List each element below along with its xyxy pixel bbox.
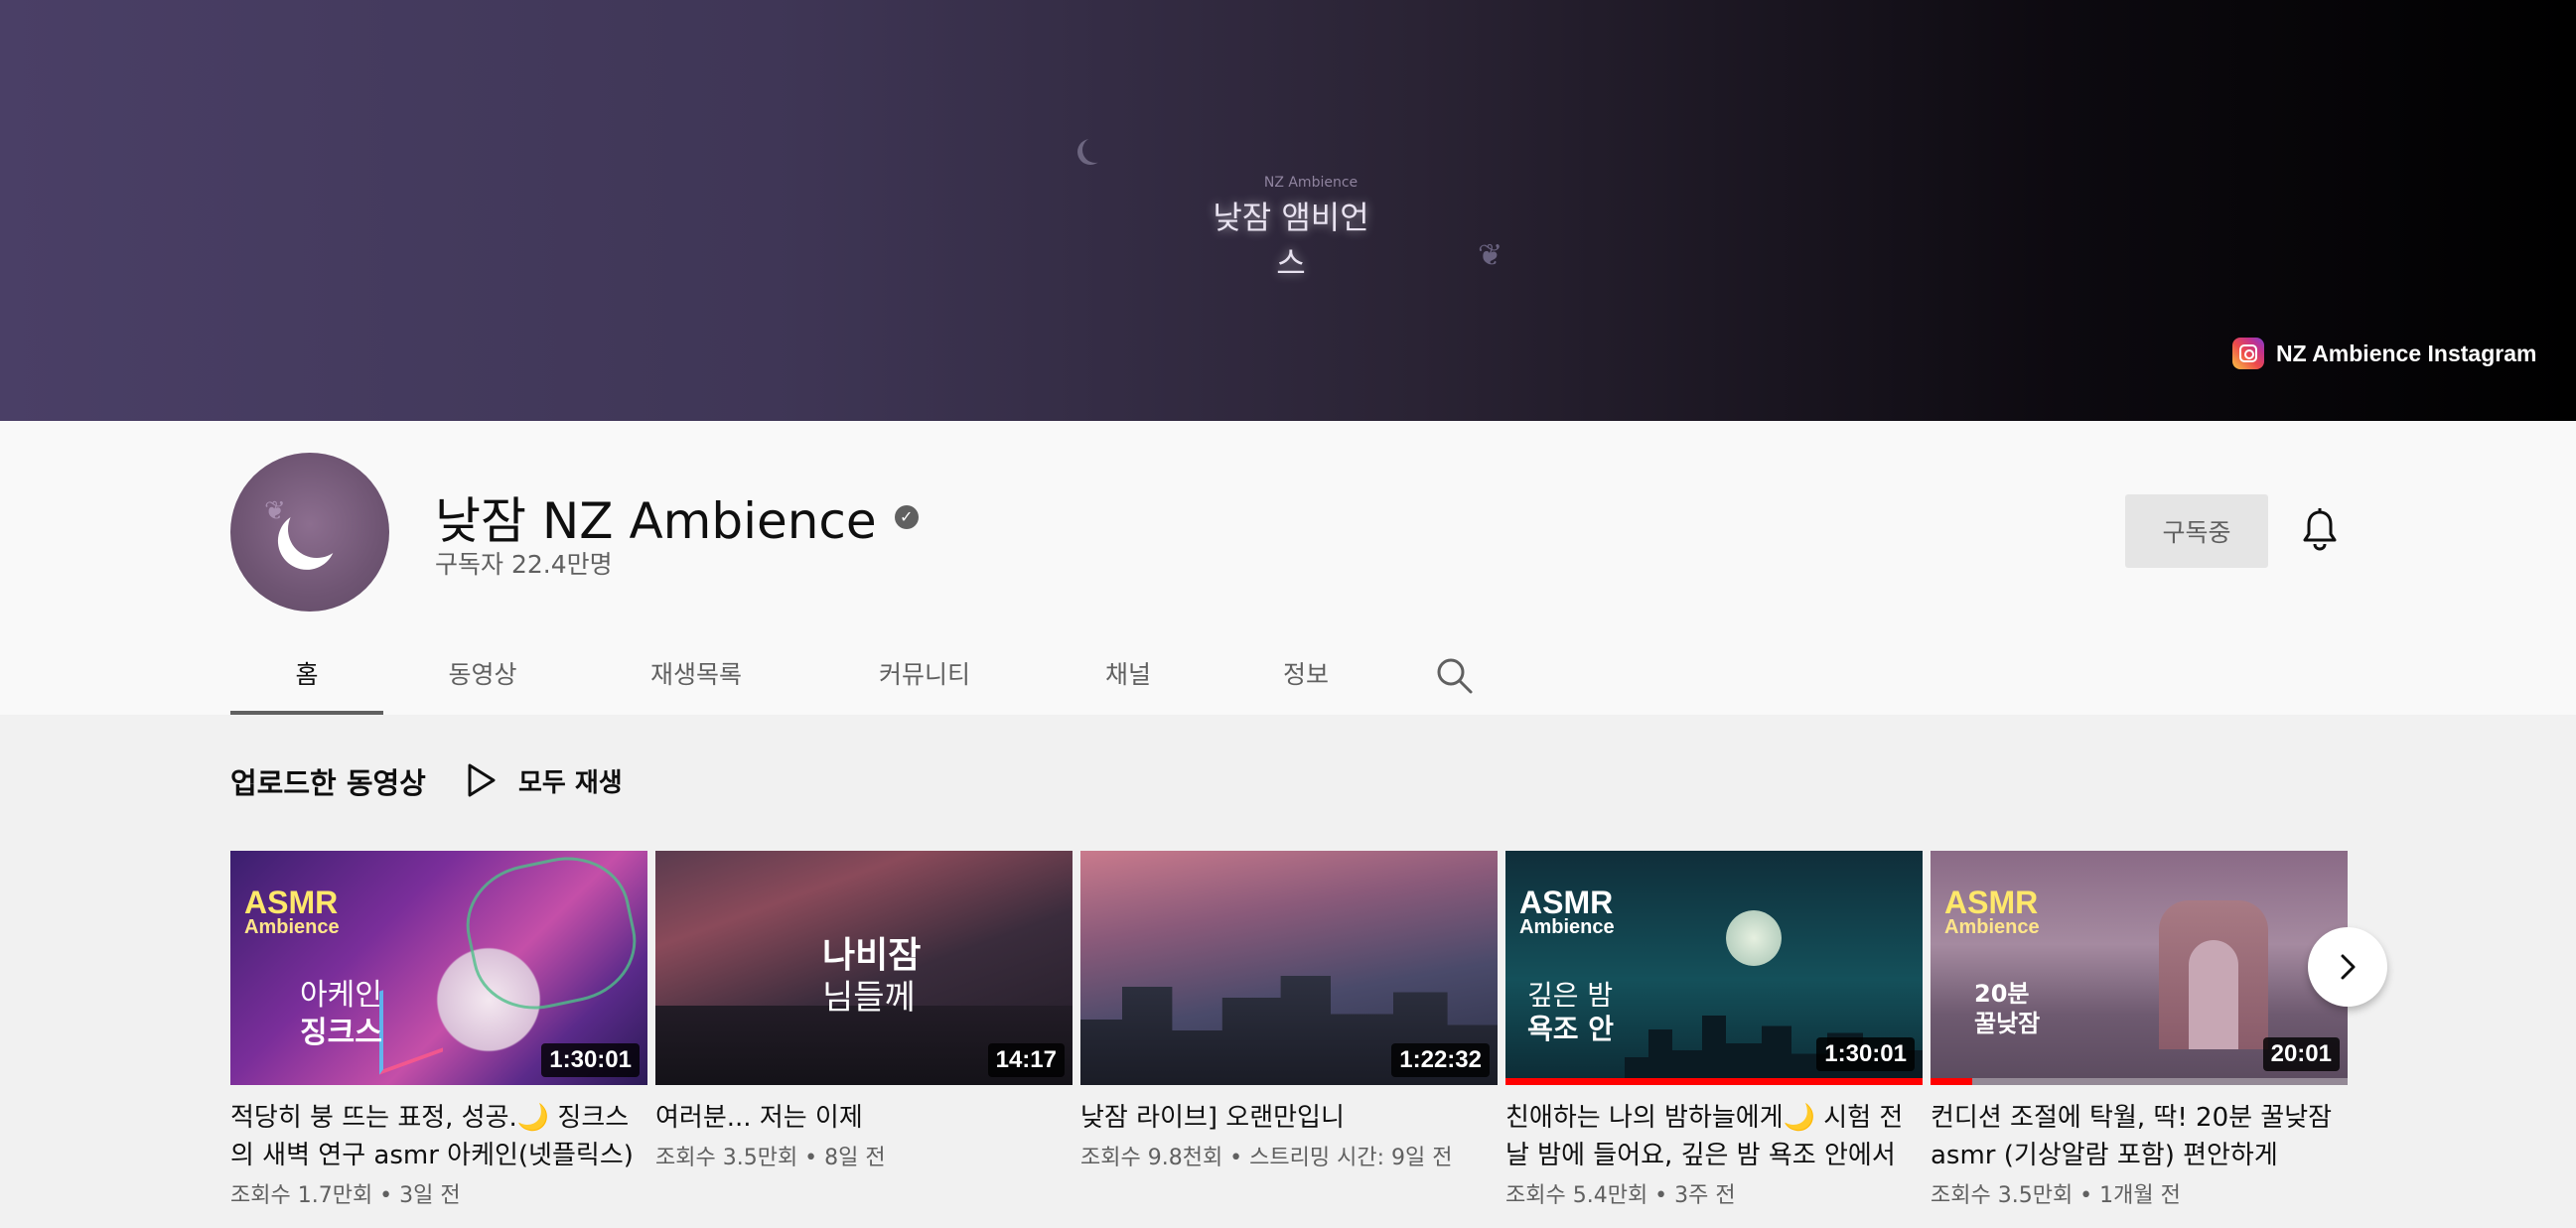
video-title[interactable]: 친애하는 나의 밤하늘에게🌙 시험 전날 밤에 들어요, 깊은 밤 욕조 안에서 <box>1505 1099 1923 1174</box>
tab-videos[interactable]: 동영상 <box>383 635 582 715</box>
video-meta: 조회수 3.5만회 • 8일 전 <box>655 1146 886 1170</box>
ambience-text: Ambience <box>1944 916 2040 938</box>
instagram-link[interactable]: NZ Ambience Instagram <box>2232 336 2536 371</box>
thumbnail-text-2: 징크스 <box>300 1016 382 1050</box>
instagram-icon <box>2232 338 2264 369</box>
chevron-right-icon <box>2341 954 2356 980</box>
video-shelf: ASMR Ambience 아케인 징크스 1:30:01 적당히 붕 뜨는 표… <box>230 851 2348 1228</box>
video-thumbnail[interactable]: ASMR Ambience 20분 꿀낮잠 20:01 <box>1931 851 2348 1085</box>
butterfly-icon: ❦ <box>264 496 286 526</box>
play-all-button[interactable]: 모두 재생 <box>467 758 623 802</box>
crescent-moon-icon <box>1082 137 1108 163</box>
tab-community[interactable]: 커뮤니티 <box>810 635 1039 715</box>
channel-search-icon[interactable] <box>1394 635 1513 715</box>
tab-about[interactable]: 정보 <box>1217 635 1394 715</box>
video-duration: 1:30:01 <box>1816 1037 1915 1071</box>
asmr-text: ASMR <box>1519 885 1614 920</box>
shelf-next-button[interactable] <box>2308 927 2387 1007</box>
video-title[interactable]: 여러분... 저는 이제 <box>655 1099 1073 1137</box>
video-title[interactable]: 낮잠 라이브] 오랜만입니 <box>1080 1099 1498 1137</box>
tab-home[interactable]: 홈 <box>230 635 383 715</box>
channel-tabs: 홈 동영상 재생목록 커뮤니티 채널 정보 <box>230 635 1513 715</box>
video-title[interactable]: 적당히 붕 뜨는 표정, 성공.🌙 징크스의 새벽 연구 asmr 아케인(넷플… <box>230 1099 647 1174</box>
watch-progress-bar <box>1931 1078 1972 1085</box>
thumbnail-asmr-label: ASMR Ambience <box>1944 885 2040 938</box>
watch-progress-bar <box>1505 1078 1923 1085</box>
video-meta: 조회수 1.7만회 • 3일 전 <box>230 1183 461 1208</box>
play-all-label: 모두 재생 <box>518 767 623 798</box>
thumbnail-text-2: 욕조 안 <box>1527 1013 1615 1045</box>
video-thumbnail[interactable]: ASMR Ambience 깊은 밤 욕조 안 1:30:01 <box>1505 851 1923 1085</box>
video-duration: 1:30:01 <box>541 1043 640 1077</box>
subscribed-button[interactable]: 구독중 <box>2125 494 2268 568</box>
ambience-text: Ambience <box>244 916 340 938</box>
watch-progress-track <box>1931 1078 2348 1085</box>
video-thumbnail[interactable]: 1:22:32 <box>1080 851 1498 1085</box>
video-card[interactable]: 나비잠 님들께 14:17 여러분... 저는 이제 조회수 3.5만회 • 8… <box>655 851 1073 1174</box>
butterfly-icon: ❦ <box>1478 238 1503 273</box>
channel-banner: NZ Ambience 낮잠 앰비언스 ❦ NZ Ambience Instag… <box>0 0 2576 421</box>
video-meta: 조회수 5.4만회 • 3주 전 <box>1505 1183 1736 1208</box>
tab-playlists[interactable]: 재생목록 <box>582 635 810 715</box>
video-thumbnail[interactable]: 나비잠 님들께 14:17 <box>655 851 1073 1085</box>
channel-avatar[interactable]: ❦ <box>230 453 389 612</box>
subscriber-count: 구독자 22.4만명 <box>435 550 613 579</box>
banner-small-text: NZ Ambience <box>1263 175 1359 191</box>
uploads-shelf-title: 업로드한 동영상 <box>230 766 426 800</box>
thumbnail-text-2: 님들께 <box>822 978 916 1018</box>
video-card[interactable]: ASMR Ambience 깊은 밤 욕조 안 1:30:01 친애하는 나의 … <box>1505 851 1923 1212</box>
video-duration: 1:22:32 <box>1391 1043 1490 1077</box>
asmr-text: ASMR <box>1944 885 2039 920</box>
ambience-text: Ambience <box>1519 916 1615 938</box>
asmr-text: ASMR <box>244 885 339 920</box>
video-meta: 조회수 3.5만회 • 1개월 전 <box>1931 1183 2181 1208</box>
video-thumbnail[interactable]: ASMR Ambience 아케인 징크스 1:30:01 <box>230 851 647 1085</box>
video-card[interactable]: ASMR Ambience 20분 꿀낮잠 20:01 컨디션 조절에 탁월, … <box>1931 851 2348 1212</box>
instagram-link-label: NZ Ambience Instagram <box>2276 340 2537 366</box>
video-card[interactable]: 1:22:32 낮잠 라이브] 오랜만입니 조회수 9.8천회 • 스트리밍 시… <box>1080 851 1498 1174</box>
video-title[interactable]: 컨디션 조절에 탁월, 딱! 20분 꿀낮잠 asmr (기상알람 포함) 편안… <box>1931 1099 2348 1174</box>
video-duration: 14:17 <box>987 1043 1065 1077</box>
crescent-moon-icon <box>283 495 350 562</box>
notification-bell-icon[interactable] <box>2300 506 2340 554</box>
thumbnail-text-2: 꿀낮잠 <box>1974 1010 2041 1037</box>
thumbnail-asmr-label: ASMR Ambience <box>244 885 340 938</box>
verified-badge-icon: ✓ <box>894 505 919 529</box>
banner-title: 낮잠 앰비언스 <box>1213 199 1369 282</box>
video-meta: 조회수 9.8천회 • 스트리밍 시간: 9일 전 <box>1080 1146 1453 1170</box>
channel-name: 낮잠 NZ Ambience ✓ <box>435 481 919 553</box>
banner-logo: NZ Ambience 낮잠 앰비언스 <box>1202 175 1380 284</box>
play-icon <box>468 763 496 797</box>
tab-channels[interactable]: 채널 <box>1039 635 1217 715</box>
video-card[interactable]: ASMR Ambience 아케인 징크스 1:30:01 적당히 붕 뜨는 표… <box>230 851 647 1212</box>
video-duration: 20:01 <box>2262 1037 2340 1071</box>
channel-name-text: 낮잠 NZ Ambience <box>435 492 877 550</box>
thumbnail-asmr-label: ASMR Ambience <box>1519 885 1615 938</box>
